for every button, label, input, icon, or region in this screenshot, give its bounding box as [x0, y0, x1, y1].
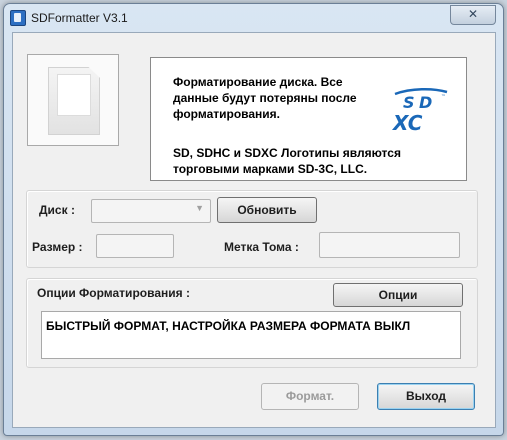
- options-button[interactable]: Опции: [333, 283, 463, 307]
- refresh-button[interactable]: Обновить: [217, 197, 317, 223]
- dialog-body: Форматирование диска. Все данные будут п…: [12, 32, 496, 428]
- svg-text:XC: XC: [391, 111, 423, 134]
- info-panel: Форматирование диска. Все данные будут п…: [150, 57, 467, 181]
- svg-text:S: S: [403, 93, 415, 112]
- disk-select[interactable]: ▼: [91, 199, 211, 223]
- size-label: Размер :: [32, 240, 83, 254]
- format-options-text: БЫСТРЫЙ ФОРМАТ, НАСТРОЙКА РАЗМЕРА ФОРМАТ…: [46, 319, 411, 333]
- format-warning-text: Форматирование диска. Все данные будут п…: [173, 75, 357, 121]
- volume-label: Метка Тома :: [224, 240, 299, 254]
- trademark-text: SD, SDHC и SDXC Логотипы являются торгов…: [173, 146, 401, 176]
- disk-label: Диск :: [39, 203, 75, 217]
- format-button[interactable]: Формат.: [261, 383, 359, 410]
- size-field: [96, 234, 174, 258]
- sd-app-icon: [10, 10, 26, 26]
- close-button[interactable]: ✕: [450, 5, 496, 25]
- format-options-label: Опции Форматирования :: [37, 286, 190, 300]
- app-window: SDFormatter V3.1 ✕ Форматирование диска.…: [3, 3, 504, 436]
- format-options-summary: БЫСТРЫЙ ФОРМАТ, НАСТРОЙКА РАЗМЕРА ФОРМАТ…: [41, 311, 461, 359]
- volume-label-field[interactable]: [319, 232, 460, 258]
- svg-text:D: D: [419, 93, 432, 112]
- chevron-down-icon: ▼: [195, 203, 204, 213]
- sdxc-logo: S D XC ™: [391, 88, 448, 134]
- sd-card-icon: [48, 67, 100, 135]
- title-bar[interactable]: SDFormatter V3.1 ✕: [4, 4, 503, 30]
- window-title: SDFormatter V3.1: [31, 11, 128, 25]
- sd-card-image: [27, 54, 119, 146]
- exit-button[interactable]: Выход: [377, 383, 475, 410]
- svg-text:™: ™: [441, 94, 446, 100]
